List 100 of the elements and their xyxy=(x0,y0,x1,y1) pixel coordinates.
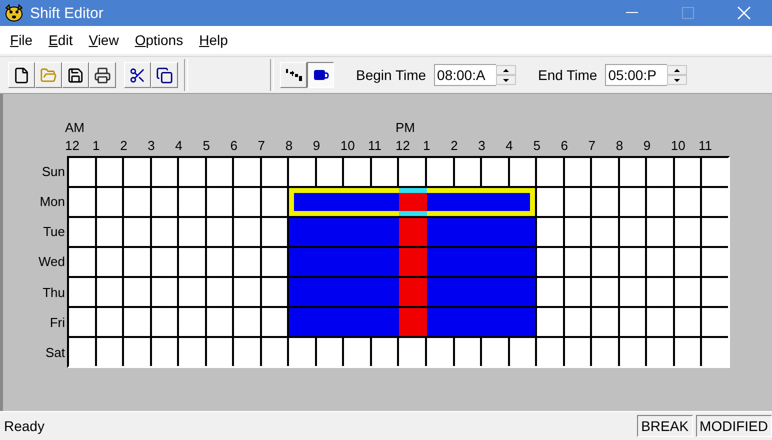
empty-cell[interactable] xyxy=(674,158,700,186)
shift-cell[interactable] xyxy=(372,248,400,276)
empty-cell[interactable] xyxy=(234,308,260,336)
empty-cell[interactable] xyxy=(124,278,150,306)
spin-up-button[interactable] xyxy=(667,65,688,75)
shift-cell[interactable] xyxy=(510,308,536,336)
empty-cell[interactable] xyxy=(289,338,315,366)
shift-cell[interactable] xyxy=(427,248,455,276)
empty-cell[interactable] xyxy=(620,248,646,276)
empty-cell[interactable] xyxy=(702,188,728,216)
empty-cell[interactable] xyxy=(69,338,95,366)
empty-cell[interactable] xyxy=(124,158,150,186)
empty-cell[interactable] xyxy=(289,158,315,186)
menu-item[interactable]: File xyxy=(2,32,41,48)
shift-cell[interactable] xyxy=(289,308,317,336)
empty-cell[interactable] xyxy=(152,158,178,186)
empty-cell[interactable] xyxy=(262,188,288,216)
empty-cell[interactable] xyxy=(234,278,260,306)
empty-cell[interactable] xyxy=(647,188,673,216)
empty-cell[interactable] xyxy=(647,248,673,276)
empty-cell[interactable] xyxy=(399,338,426,366)
spin-up-button[interactable] xyxy=(496,65,516,75)
empty-cell[interactable] xyxy=(620,278,646,306)
empty-cell[interactable] xyxy=(647,218,673,246)
empty-cell[interactable] xyxy=(262,248,288,276)
new-file-button[interactable] xyxy=(8,62,35,88)
empty-cell[interactable] xyxy=(262,338,288,366)
empty-cell[interactable] xyxy=(69,188,95,216)
empty-cell[interactable] xyxy=(537,338,563,366)
empty-cell[interactable] xyxy=(647,338,673,366)
empty-cell[interactable] xyxy=(510,338,536,366)
end-time-field[interactable]: 05:00:P xyxy=(605,64,668,86)
shift-cell[interactable] xyxy=(427,308,455,336)
empty-cell[interactable] xyxy=(69,158,95,186)
shift-cell[interactable] xyxy=(399,218,428,246)
shift-cell[interactable] xyxy=(510,248,536,276)
empty-cell[interactable] xyxy=(564,278,590,306)
empty-cell[interactable] xyxy=(179,218,205,246)
empty-cell[interactable] xyxy=(262,278,288,306)
empty-cell[interactable] xyxy=(234,158,260,186)
empty-cell[interactable] xyxy=(592,248,618,276)
empty-cell[interactable] xyxy=(179,338,205,366)
empty-cell[interactable] xyxy=(179,248,205,276)
shift-cell[interactable] xyxy=(399,188,428,216)
empty-cell[interactable] xyxy=(674,308,700,336)
empty-cell[interactable] xyxy=(124,338,150,366)
shift-cell[interactable] xyxy=(372,308,400,336)
shift-cell[interactable] xyxy=(289,188,317,216)
empty-cell[interactable] xyxy=(564,188,590,216)
empty-cell[interactable] xyxy=(592,188,618,216)
shift-cell[interactable] xyxy=(510,278,536,306)
empty-cell[interactable] xyxy=(179,188,205,216)
empty-cell[interactable] xyxy=(702,308,728,336)
empty-cell[interactable] xyxy=(179,158,205,186)
empty-cell[interactable] xyxy=(96,308,122,336)
spin-down-button[interactable] xyxy=(667,75,688,85)
shift-cell[interactable] xyxy=(427,278,455,306)
empty-cell[interactable] xyxy=(234,188,260,216)
empty-cell[interactable] xyxy=(69,218,95,246)
empty-cell[interactable] xyxy=(592,158,618,186)
empty-cell[interactable] xyxy=(537,278,563,306)
begin-time-field[interactable]: 08:00:A xyxy=(434,64,496,86)
empty-cell[interactable] xyxy=(69,308,95,336)
empty-cell[interactable] xyxy=(702,218,728,246)
empty-cell[interactable] xyxy=(482,158,508,186)
spin-down-button[interactable] xyxy=(496,75,516,85)
empty-cell[interactable] xyxy=(647,278,673,306)
empty-cell[interactable] xyxy=(96,278,122,306)
empty-cell[interactable] xyxy=(537,218,563,246)
empty-cell[interactable] xyxy=(620,308,646,336)
empty-cell[interactable] xyxy=(152,338,178,366)
empty-cell[interactable] xyxy=(620,158,646,186)
schedule-grid[interactable] xyxy=(67,156,730,368)
menu-item[interactable]: Help xyxy=(191,32,236,48)
empty-cell[interactable] xyxy=(69,278,95,306)
empty-cell[interactable] xyxy=(124,188,150,216)
shift-cell[interactable] xyxy=(427,218,455,246)
empty-cell[interactable] xyxy=(674,338,700,366)
empty-cell[interactable] xyxy=(647,308,673,336)
empty-cell[interactable] xyxy=(262,308,288,336)
empty-cell[interactable] xyxy=(206,188,232,216)
empty-cell[interactable] xyxy=(372,338,398,366)
empty-cell[interactable] xyxy=(702,248,728,276)
empty-cell[interactable] xyxy=(592,218,618,246)
empty-cell[interactable] xyxy=(179,278,205,306)
empty-cell[interactable] xyxy=(96,338,122,366)
empty-cell[interactable] xyxy=(674,218,700,246)
shift-cell[interactable] xyxy=(289,278,317,306)
empty-cell[interactable] xyxy=(564,218,590,246)
empty-cell[interactable] xyxy=(262,218,288,246)
empty-cell[interactable] xyxy=(564,308,590,336)
empty-cell[interactable] xyxy=(674,248,700,276)
empty-cell[interactable] xyxy=(537,308,563,336)
empty-cell[interactable] xyxy=(620,338,646,366)
toggle-button[interactable] xyxy=(307,62,334,88)
empty-cell[interactable] xyxy=(702,158,728,186)
empty-cell[interactable] xyxy=(344,338,370,366)
empty-cell[interactable] xyxy=(96,188,122,216)
empty-cell[interactable] xyxy=(399,158,426,186)
empty-cell[interactable] xyxy=(152,308,178,336)
